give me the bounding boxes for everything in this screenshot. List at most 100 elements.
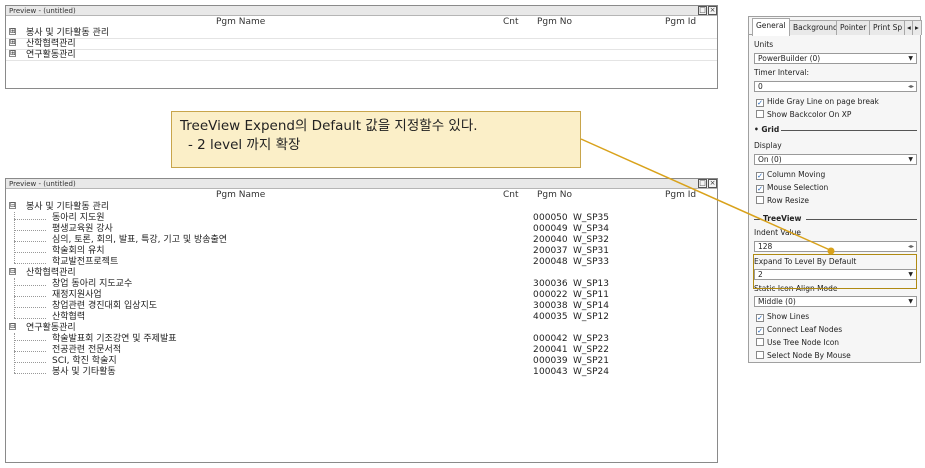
cell-pgm-no: 00039	[539, 356, 568, 366]
collapse-icon[interactable]: ⊟	[9, 268, 16, 275]
mouse-selection-checkbox[interactable]: ✓ Mouse Selection	[756, 183, 828, 193]
close-button[interactable]: ×	[708, 6, 717, 15]
use-tree-node-icon-checkbox[interactable]: Use Tree Node Icon	[756, 338, 839, 348]
close-button[interactable]: ×	[708, 179, 717, 188]
tree-leaf-label: 창업관련 경진대회 입상지도	[52, 301, 158, 311]
tree-leaf-row[interactable]: 재정지원사업 0 00022 W_SP11	[6, 290, 717, 301]
cell-pgm-id: W_SP33	[573, 257, 609, 267]
tree-leaf-row[interactable]: 창업관련 경진대회 입상지도 3 00038 W_SP14	[6, 301, 717, 312]
collapse-icon[interactable]: ⊟	[9, 323, 16, 330]
chevron-down-icon: ▼	[908, 156, 913, 163]
units-value: PowerBuilder (0)	[758, 54, 821, 63]
indent-value: 128	[758, 242, 773, 251]
tab-print-spec[interactable]: Print Sp	[869, 20, 907, 35]
tree-leaf-row[interactable]: 동아리 지도원 0 00050 W_SP35	[6, 213, 717, 224]
window-title: Preview - (untitled)	[9, 7, 76, 15]
cell-pgm-id: W_SP22	[573, 345, 609, 355]
maximize-button[interactable]: □	[698, 6, 707, 15]
checkmark-icon: ✓	[756, 172, 764, 180]
cell-pgm-no: 00035	[539, 312, 568, 322]
expand-icon[interactable]: ⊞	[9, 39, 16, 46]
tab-strip: General Background Pointer Print Sp ◂ ▸	[749, 17, 922, 36]
hide-gray-line-label: Hide Gray Line on page break	[767, 97, 879, 106]
tree-leaf-row[interactable]: 창업 동아리 지도교수 3 00036 W_SP13	[6, 279, 717, 290]
tree-row[interactable]: ⊞ 연구활동관리	[6, 50, 717, 61]
tree-connector	[14, 241, 46, 242]
select-node-by-mouse-checkbox[interactable]: Select Node By Mouse	[756, 351, 851, 361]
tree-leaf-label: SCI, 학진 학술지	[52, 356, 117, 366]
connect-leaf-checkbox[interactable]: ✓ Connect Leaf Nodes	[756, 325, 842, 335]
tree-leaf-row[interactable]: 학술발표회 기조강연 및 주제발표 0 00042 W_SP23	[6, 334, 717, 345]
display-select[interactable]: On (0) ▼	[754, 154, 917, 165]
tree-connector	[14, 219, 46, 220]
checkmark-icon: ✓	[756, 327, 764, 335]
display-label: Display	[754, 141, 782, 150]
tree-leaf-row[interactable]: 산학협력 4 00035 W_SP12	[6, 312, 717, 323]
tree-leaf-row[interactable]: 학술회의 유치 2 00037 W_SP31	[6, 246, 717, 257]
tree-row[interactable]: ⊞ 봉사 및 기타활동 관리	[6, 28, 717, 39]
cell-pgm-no: 00041	[539, 345, 568, 355]
indent-value-input[interactable]: 128 ◂▸	[754, 241, 917, 252]
header-cnt: Cnt	[503, 190, 519, 200]
tree-leaf-label: 학술발표회 기조강연 및 주제발표	[52, 334, 177, 344]
tree-connector	[14, 263, 46, 264]
expand-icon[interactable]: ⊞	[9, 50, 16, 57]
treeview-group-header: TreeView	[754, 214, 917, 223]
collapse-icon[interactable]: ⊟	[9, 202, 16, 209]
timer-interval-input[interactable]: 0 ◂▸	[754, 81, 917, 92]
tree-group-row[interactable]: ⊟ 연구활동관리	[6, 323, 717, 334]
checkmark-icon: ✓	[756, 99, 764, 107]
expand-icon[interactable]: ⊞	[9, 28, 16, 35]
cell-pgm-id: W_SP31	[573, 246, 609, 256]
grid-group-label: Grid	[761, 125, 780, 134]
tab-scroll-right-icon[interactable]: ▸	[912, 20, 922, 35]
spinner-icon[interactable]: ◂▸	[908, 82, 914, 92]
hide-gray-line-checkbox[interactable]: ✓ Hide Gray Line on page break	[756, 97, 879, 107]
cell-cnt: 3	[533, 279, 539, 289]
show-backcolor-checkbox[interactable]: Show Backcolor On XP	[756, 110, 851, 120]
cell-pgm-no: 00049	[539, 224, 568, 234]
tree-connector	[14, 373, 46, 374]
tree-leaf-row[interactable]: 학교발전프로젝트 2 00048 W_SP33	[6, 257, 717, 268]
row-resize-checkbox[interactable]: Row Resize	[756, 196, 809, 206]
spinner-icon[interactable]: ◂▸	[908, 242, 914, 252]
tree-leaf-label: 봉사 및 기타활동	[52, 367, 116, 377]
tree-leaf-row[interactable]: SCI, 학진 학술지 0 00039 W_SP21	[6, 356, 717, 367]
maximize-button[interactable]: □	[698, 179, 707, 188]
tree-leaf-label: 산학협력	[52, 312, 86, 322]
column-header: Pgm Name Cnt Pgm No Pgm Id	[6, 189, 717, 201]
preview-window-expanded: Preview - (untitled) □ × Pgm Name Cnt Pg…	[5, 178, 718, 463]
chevron-down-icon: ▼	[908, 298, 913, 305]
header-pgm-no: Pgm No	[537, 17, 573, 27]
tree-connector	[14, 351, 46, 352]
tree-leaf-row[interactable]: 평생교육원 강사 0 00049 W_SP34	[6, 224, 717, 235]
tree-group-row[interactable]: ⊟ 산학협력관리	[6, 268, 717, 279]
indent-value-label: Indent Value	[754, 228, 802, 237]
tree-connector	[14, 340, 46, 341]
show-lines-checkbox[interactable]: ✓ Show Lines	[756, 312, 809, 322]
tree-leaf-row[interactable]: 심의, 토론, 회의, 발표, 특강, 기고 및 방송출연 2 00040 W_SP3…	[6, 235, 717, 246]
window-titlebar: Preview - (untitled) □ ×	[6, 6, 717, 16]
tree-leaf-label: 평생교육원 강사	[52, 224, 113, 234]
tree-group-row[interactable]: ⊟ 봉사 및 기타활동 관리	[6, 202, 717, 213]
cell-pgm-id: W_SP35	[573, 213, 609, 223]
cell-cnt: 2	[533, 257, 539, 267]
select-node-by-mouse-label: Select Node By Mouse	[767, 351, 851, 360]
tree-leaf-label: 재정지원사업	[52, 290, 102, 300]
timer-interval-value: 0	[758, 82, 763, 91]
tab-general[interactable]: General	[752, 18, 790, 36]
tree-leaf-row[interactable]: 전공관련 전문서적 2 00041 W_SP22	[6, 345, 717, 356]
cell-pgm-id: W_SP21	[573, 356, 609, 366]
tree-leaf-label: 전공관련 전문서적	[52, 345, 122, 355]
tree-leaf-row[interactable]: 봉사 및 기타활동 1 00043 W_SP24	[6, 367, 717, 378]
tree-body: ⊟ 봉사 및 기타활동 관리 동아리 지도원 0 00050 W_SP35 평생교육원 강사…	[6, 201, 717, 378]
tree-leaf-label: 심의, 토론, 회의, 발표, 특강, 기고 및 방송출연	[52, 235, 228, 245]
tab-pointer[interactable]: Pointer	[836, 20, 871, 35]
units-select[interactable]: PowerBuilder (0) ▼	[754, 53, 917, 64]
tree-row[interactable]: ⊞ 산학협력관리	[6, 39, 717, 50]
tree-row-label: 봉사 및 기타활동 관리	[26, 28, 110, 38]
tab-background[interactable]: Background	[789, 20, 842, 35]
cell-cnt: 3	[533, 301, 539, 311]
static-icon-align-select[interactable]: Middle (0) ▼	[754, 296, 917, 307]
column-moving-checkbox[interactable]: ✓ Column Moving	[756, 170, 825, 180]
